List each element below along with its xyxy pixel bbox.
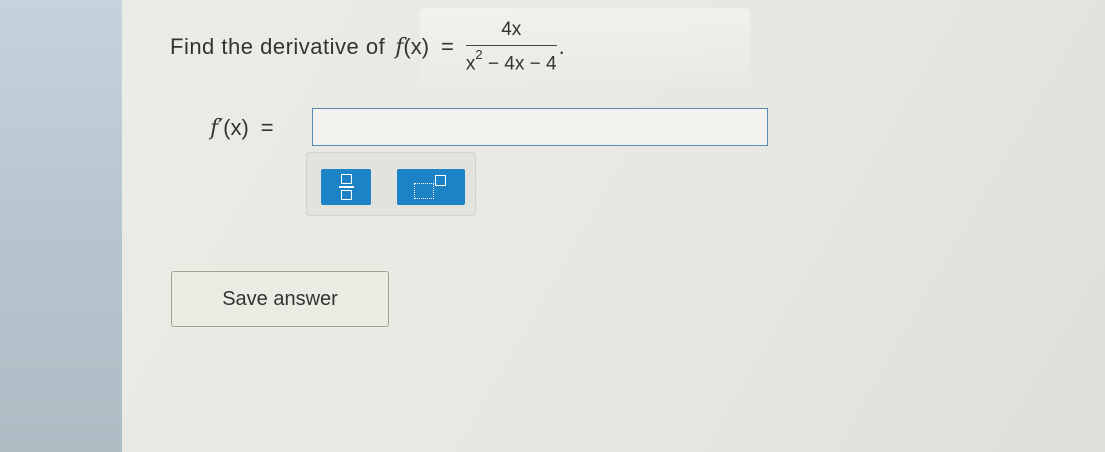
exponent-button[interactable] [397, 169, 465, 205]
function-expression: f(x) [395, 34, 429, 60]
denominator-exponent: 2 [475, 46, 483, 62]
answer-function-name: f′ [210, 116, 224, 141]
question-text: Find the derivative of f(x) = 4x x2 − 4x… [170, 18, 565, 75]
function-argument: (x) [403, 34, 430, 59]
denominator-base: x [465, 53, 476, 75]
answer-input[interactable] [312, 108, 768, 146]
answer-function-argument: (x) [223, 115, 249, 140]
math-palette [306, 152, 476, 216]
save-answer-button[interactable]: Save answer [171, 271, 389, 327]
fraction-numerator: 4x [501, 18, 522, 40]
function-fraction: 4x x2 − 4x − 4 [465, 18, 557, 75]
denominator-rest: − 4x − 4 [482, 53, 557, 75]
question-period: . [558, 34, 565, 59]
exponent-icon [414, 175, 448, 199]
answer-label-row: f′(x) = [210, 108, 286, 148]
fraction-icon [338, 174, 354, 200]
fraction-button[interactable] [321, 169, 371, 205]
equals-sign: = [441, 34, 454, 59]
question-prompt: Find the derivative of [170, 34, 386, 59]
answer-label: f′(x) [210, 115, 249, 141]
fraction-denominator: x2 − 4x − 4 [466, 46, 557, 75]
answer-equals-sign: = [260, 115, 274, 140]
left-background-strip [0, 0, 122, 452]
